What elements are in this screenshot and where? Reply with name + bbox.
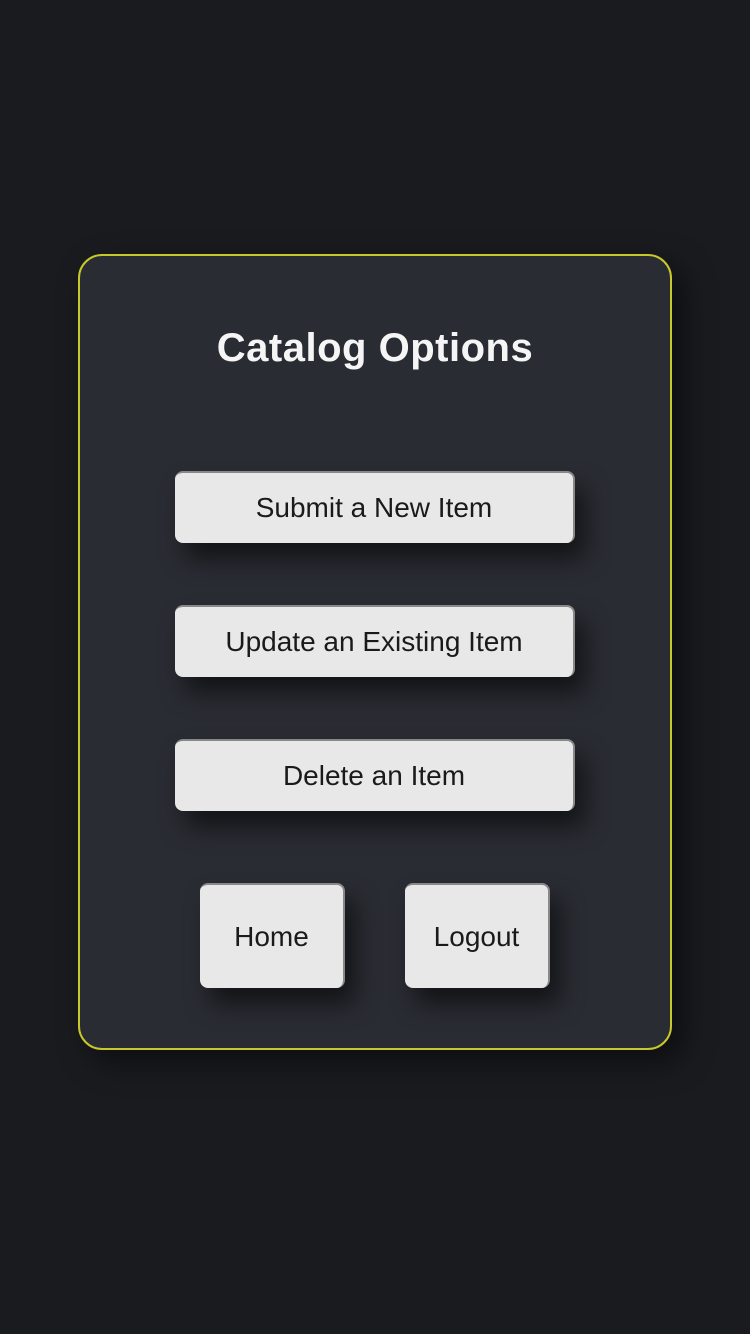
update-existing-item-button[interactable]: Update an Existing Item	[175, 605, 575, 677]
bottom-button-row: Home Logout	[200, 883, 550, 988]
home-button[interactable]: Home	[200, 883, 345, 988]
submit-new-item-button[interactable]: Submit a New Item	[175, 471, 575, 543]
logout-button[interactable]: Logout	[405, 883, 550, 988]
catalog-options-card: Catalog Options Submit a New Item Update…	[78, 254, 672, 1050]
delete-item-button[interactable]: Delete an Item	[175, 739, 575, 811]
page-title: Catalog Options	[217, 326, 533, 371]
